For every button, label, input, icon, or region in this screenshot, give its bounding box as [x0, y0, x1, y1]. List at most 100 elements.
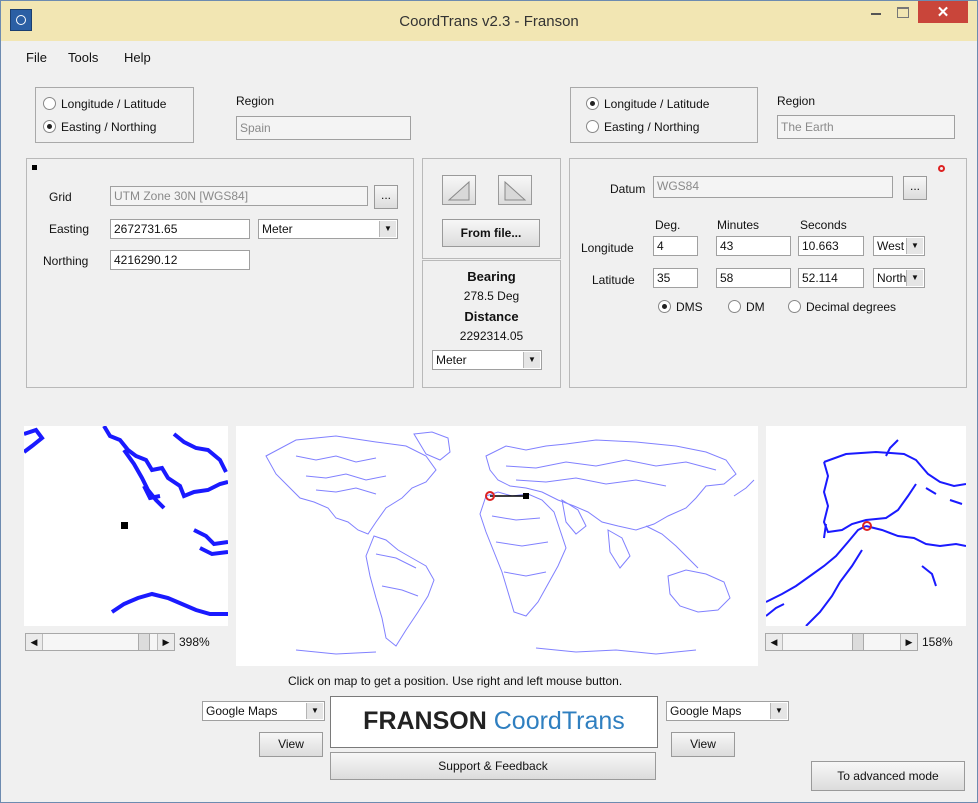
lon-deg-field[interactable]: 4 [653, 236, 698, 256]
chevron-down-icon: ▼ [379, 221, 396, 237]
right-region-field[interactable]: The Earth [777, 115, 955, 139]
app-window: CoordTrans v2.3 - Franson ✕ File Tools H… [0, 0, 978, 803]
chevron-down-icon: ▼ [523, 352, 540, 368]
northing-label: Northing [43, 254, 89, 268]
close-button[interactable]: ✕ [918, 1, 968, 23]
right-region-label: Region [777, 94, 816, 108]
col-minutes-label: Minutes [717, 218, 760, 232]
left-map-provider-select[interactable]: Google Maps ▼ [202, 701, 325, 721]
bearing-panel: Bearing 278.5 Deg Distance 2292314.05 Me… [422, 260, 561, 388]
radio-selected-icon [586, 97, 599, 110]
world-map[interactable] [236, 426, 758, 666]
lat-min-field[interactable]: 58 [716, 268, 791, 288]
datum-browse-button[interactable]: ... [903, 176, 927, 200]
northing-field[interactable]: 4216290.12 [110, 250, 250, 270]
right-zoom-scrollbar[interactable]: ◀ ▶ [765, 633, 918, 651]
support-feedback-button[interactable]: Support & Feedback [330, 752, 656, 780]
lon-sec-field[interactable]: 10.663 [798, 236, 864, 256]
easting-unit-select[interactable]: Meter ▼ [258, 219, 398, 239]
target-marker-icon [523, 493, 529, 499]
col-deg-label: Deg. [655, 218, 681, 232]
radio-icon [586, 120, 599, 133]
scroll-right-icon[interactable]: ▶ [157, 634, 174, 650]
advanced-mode-button[interactable]: To advanced mode [811, 761, 965, 791]
format-dm-radio[interactable]: DM [728, 300, 765, 314]
left-arrow-icon [447, 180, 470, 201]
minimize-icon [871, 13, 881, 15]
right-zoom-map[interactable] [766, 426, 966, 626]
menu-help[interactable]: Help [124, 50, 151, 65]
left-view-button[interactable]: View [259, 732, 323, 757]
scroll-right-icon[interactable]: ▶ [900, 634, 917, 650]
right-radio-easting[interactable]: Easting / Northing [586, 120, 699, 134]
grid-browse-button[interactable]: ... [374, 185, 398, 209]
right-view-button[interactable]: View [671, 732, 735, 757]
left-zoom-scrollbar[interactable]: ◀ ▶ [25, 633, 175, 651]
minimize-button[interactable] [862, 1, 890, 23]
right-map-provider-select[interactable]: Google Maps ▼ [666, 701, 789, 721]
radio-icon [43, 97, 56, 110]
marker-square-icon [32, 165, 37, 170]
position-square-icon [121, 522, 128, 529]
center-tools-panel: From file... [422, 158, 561, 259]
bearing-label: Bearing [467, 269, 516, 284]
scroll-thumb[interactable] [138, 634, 150, 650]
chevron-down-icon: ▼ [906, 238, 923, 254]
format-dms-radio[interactable]: DMS [658, 300, 703, 314]
from-file-button[interactable]: From file... [442, 219, 540, 247]
franson-logo: FRANSON CoordTrans [330, 696, 658, 748]
easting-label: Easting [49, 222, 90, 236]
easting-field[interactable]: 2672731.65 [110, 219, 250, 239]
maximize-button[interactable] [890, 1, 916, 23]
position-marker-icon [938, 165, 945, 172]
left-zoom-percent: 398% [179, 635, 210, 649]
scroll-left-icon[interactable]: ◀ [26, 634, 43, 650]
menu-tools[interactable]: Tools [68, 50, 98, 65]
right-mode-group: Longitude / Latitude Easting / Northing [570, 87, 758, 143]
right-radio-lonlat[interactable]: Longitude / Latitude [586, 97, 709, 111]
left-radio-easting[interactable]: Easting / Northing [43, 120, 156, 134]
menu-file[interactable]: File [26, 50, 47, 65]
left-zoom-map[interactable] [24, 426, 228, 626]
datum-field[interactable]: WGS84 [653, 176, 893, 198]
window-title: CoordTrans v2.3 - Franson [399, 13, 579, 30]
chevron-down-icon: ▼ [906, 270, 923, 286]
title-bar[interactable]: CoordTrans v2.3 - Franson ✕ [1, 1, 977, 41]
format-decimal-radio[interactable]: Decimal degrees [788, 300, 896, 314]
distance-unit-select[interactable]: Meter ▼ [432, 350, 542, 370]
world-map-graphic [265, 431, 755, 655]
lat-deg-field[interactable]: 35 [653, 268, 698, 288]
distance-label: Distance [464, 309, 519, 324]
longitude-label: Longitude [581, 241, 634, 255]
lon-dir-select[interactable]: West ▼ [873, 236, 925, 256]
arrow-left-button[interactable] [442, 175, 476, 205]
left-region-field[interactable]: Spain [236, 116, 411, 140]
scroll-left-icon[interactable]: ◀ [766, 634, 783, 650]
map-hint-text: Click on map to get a position. Use righ… [288, 674, 623, 688]
left-mode-group: Longitude / Latitude Easting / Northing [35, 87, 194, 143]
close-icon: ✕ [936, 4, 950, 21]
left-radio-lonlat[interactable]: Longitude / Latitude [43, 97, 166, 111]
latitude-label: Latitude [592, 273, 635, 287]
distance-value: 2292314.05 [459, 329, 524, 343]
left-grid-panel: Grid UTM Zone 30N [WGS84] ... Easting 26… [26, 158, 414, 388]
maximize-icon [897, 7, 909, 18]
chevron-down-icon: ▼ [770, 703, 787, 719]
right-arrow-icon [504, 180, 527, 201]
lat-dir-select[interactable]: North ▼ [873, 268, 925, 288]
left-region-label: Region [236, 94, 275, 108]
radio-selected-icon [43, 120, 56, 133]
lat-sec-field[interactable]: 52.114 [798, 268, 864, 288]
scroll-thumb[interactable] [852, 634, 864, 650]
spain-coastline-map [766, 439, 966, 626]
datum-label: Datum [610, 182, 646, 196]
radio-icon [728, 300, 741, 313]
grid-field[interactable]: UTM Zone 30N [WGS84] [110, 186, 368, 206]
zoomed-coastline-map [24, 426, 228, 616]
lon-min-field[interactable]: 43 [716, 236, 791, 256]
right-datum-panel: Datum WGS84 ... Deg. Minutes Seconds Lon… [569, 158, 967, 388]
radio-selected-icon [658, 300, 671, 313]
arrow-right-button[interactable] [498, 175, 532, 205]
bearing-value: 278.5 Deg [463, 289, 520, 303]
col-seconds-label: Seconds [800, 218, 847, 232]
